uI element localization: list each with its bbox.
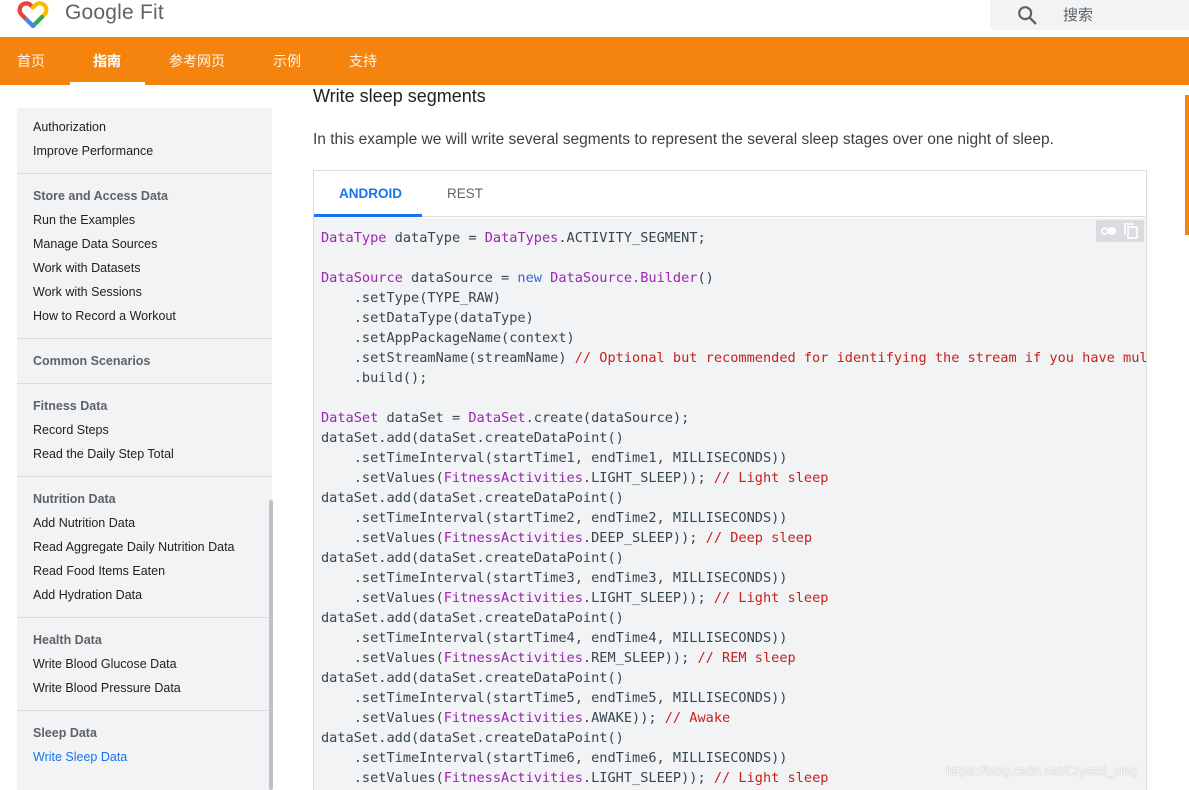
code-line: .setTimeInterval(startTime3, endTime3, M…	[321, 570, 788, 586]
sidebar-item-daily-step-total[interactable]: Read the Daily Step Total	[33, 442, 272, 466]
code-line: .setValues(FitnessActivities.DEEP_SLEEP)…	[321, 530, 813, 546]
section-title: Write sleep segments	[313, 86, 486, 106]
sidebar-item-read-food-items[interactable]: Read Food Items Eaten	[33, 559, 272, 583]
code-line: .build();	[321, 370, 428, 386]
sidebar-item-improve-performance[interactable]: Improve Performance	[33, 139, 272, 163]
code-line: .setTimeInterval(startTime1, endTime1, M…	[321, 450, 788, 466]
sidebar-section: Sleep Data Write Sleep Data	[17, 711, 272, 790]
code-line: dataSet.add(dataSet.createDataPoint()	[321, 610, 624, 626]
code-line: DataSource dataSource = new DataSource.B…	[321, 270, 714, 286]
sidebar-section: Nutrition Data Add Nutrition Data Read A…	[17, 477, 272, 618]
code-line: .setValues(FitnessActivities.LIGHT_SLEEP…	[321, 590, 829, 606]
sidebar-section: Fitness Data Record Steps Read the Daily…	[17, 384, 272, 477]
code-line: .setValues(FitnessActivities.AWAKE)); //…	[321, 710, 731, 726]
code-tab-bar: ANDROID REST	[314, 171, 1146, 217]
sidebar-section: Store and Access Data Run the Examples M…	[17, 174, 272, 339]
sidebar-item-work-with-sessions[interactable]: Work with Sessions	[33, 280, 272, 304]
code-tab-rest[interactable]: REST	[447, 171, 483, 217]
sidebar-item-blood-glucose[interactable]: Write Blood Glucose Data	[33, 652, 272, 676]
sidebar-item-run-examples[interactable]: Run the Examples	[33, 208, 272, 232]
code-line: dataSet.add(dataSet.createDataPoint()	[321, 430, 624, 446]
main-nav: 首页 指南 参考网页 示例 支持	[0, 37, 1189, 85]
sidebar-section: Common Scenarios	[17, 339, 272, 384]
code-line: DataType dataType = DataTypes.ACTIVITY_S…	[321, 230, 706, 246]
nav-tab-reference[interactable]: 参考网页	[169, 37, 225, 85]
code-line: .setTimeInterval(startTime5, endTime5, M…	[321, 690, 788, 706]
sidebar-item-authorization[interactable]: Authorization	[33, 115, 272, 139]
sidebar-item-write-sleep-data[interactable]: Write Sleep Data	[33, 745, 272, 769]
code-line: dataSet.add(dataSet.createDataPoint()	[321, 730, 624, 746]
nav-tab-support[interactable]: 支持	[349, 37, 377, 85]
watermark: https://blog.csdn.net/Crystal_xing	[946, 763, 1138, 778]
sidebar-heading[interactable]: Common Scenarios	[33, 349, 272, 373]
code-line: dataSet.add(dataSet.createDataPoint()	[321, 670, 624, 686]
code-text: DataType dataType = DataTypes.ACTIVITY_S…	[321, 228, 1146, 788]
copy-icon[interactable]	[1122, 222, 1140, 240]
code-line: .setTimeInterval(startTime6, endTime6, M…	[321, 750, 788, 766]
product-name[interactable]: Google Fit	[65, 1, 164, 25]
sidebar-item-blood-pressure[interactable]: Write Blood Pressure Data	[33, 676, 272, 700]
nav-tab-home[interactable]: 首页	[17, 37, 45, 85]
sidebar-scrollbar[interactable]	[269, 500, 273, 790]
code-line: .setValues(FitnessActivities.LIGHT_SLEEP…	[321, 470, 829, 486]
sidebar-item-add-nutrition[interactable]: Add Nutrition Data	[33, 511, 272, 535]
code-line: .setTimeInterval(startTime4, endTime4, M…	[321, 630, 788, 646]
code-line: dataSet.add(dataSet.createDataPoint()	[321, 550, 624, 566]
code-tab-indicator	[314, 214, 422, 217]
nav-tab-samples[interactable]: 示例	[273, 37, 301, 85]
code-line: .setTimeInterval(startTime2, endTime2, M…	[321, 510, 788, 526]
code-tab-android[interactable]: ANDROID	[339, 171, 402, 217]
sidebar-section: Authorization Improve Performance	[17, 108, 272, 174]
code-line: .setValues(FitnessActivities.LIGHT_SLEEP…	[321, 770, 829, 786]
sidebar-heading: Nutrition Data	[33, 492, 116, 506]
code-line: .setValues(FitnessActivities.REM_SLEEP))…	[321, 650, 796, 666]
code-block: DataType dataType = DataTypes.ACTIVITY_S…	[314, 218, 1146, 790]
dark-mode-toggle-icon[interactable]	[1100, 222, 1118, 240]
code-toolbar	[1096, 220, 1144, 242]
code-line: .setStreamName(streamName) // Optional b…	[321, 350, 1146, 366]
sidebar-heading: Store and Access Data	[33, 189, 169, 203]
sidebar-item-work-with-datasets[interactable]: Work with Datasets	[33, 256, 272, 280]
top-bar: Google Fit 搜索	[0, 0, 1189, 37]
code-line: .setAppPackageName(context)	[321, 330, 575, 346]
sidebar-nav: Authorization Improve Performance Store …	[17, 108, 272, 790]
sidebar-item-record-steps[interactable]: Record Steps	[33, 418, 272, 442]
code-line: .setDataType(dataType)	[321, 310, 534, 326]
sidebar-heading: Sleep Data	[33, 726, 97, 740]
google-fit-logo-icon[interactable]	[17, 0, 49, 28]
sidebar-heading: Health Data	[33, 633, 102, 647]
search-box[interactable]: 搜索	[990, 0, 1189, 30]
code-line: dataSet.add(dataSet.createDataPoint()	[321, 490, 624, 506]
active-tab-indicator	[70, 82, 145, 85]
search-input[interactable]: 搜索	[1063, 4, 1093, 25]
sidebar-heading: Fitness Data	[33, 399, 108, 413]
page-scrollbar[interactable]	[1185, 95, 1189, 235]
sidebar-item-add-hydration[interactable]: Add Hydration Data	[33, 583, 272, 607]
sidebar-item-manage-data-sources[interactable]: Manage Data Sources	[33, 232, 272, 256]
sidebar-item-record-workout[interactable]: How to Record a Workout	[33, 304, 272, 328]
search-icon[interactable]	[1016, 4, 1038, 26]
code-sample-card: ANDROID REST DataType dataType = DataTyp…	[313, 170, 1147, 790]
code-line: DataSet dataSet = DataSet.create(dataSou…	[321, 410, 690, 426]
intro-paragraph: In this example we will write several se…	[313, 131, 1054, 148]
nav-tab-guides[interactable]: 指南	[93, 37, 121, 85]
sidebar-section: Health Data Write Blood Glucose Data Wri…	[17, 618, 272, 711]
code-line: .setType(TYPE_RAW)	[321, 290, 502, 306]
sidebar-item-read-aggregate-nutrition[interactable]: Read Aggregate Daily Nutrition Data	[33, 535, 272, 559]
